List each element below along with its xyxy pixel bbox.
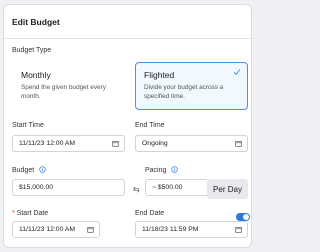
end-date-label: End Date <box>135 210 165 217</box>
calendar-icon[interactable] <box>235 140 242 147</box>
pacing-value: ~ $500.00 <box>152 184 183 191</box>
calendar-icon[interactable] <box>87 226 94 233</box>
start-date-value: 11/11/23 12:00 AM <box>19 226 76 233</box>
info-icon[interactable] <box>171 166 179 173</box>
option-description: Spend the given budget every month. <box>21 84 106 101</box>
option-description: Divide your budget across a specified ti… <box>144 84 224 101</box>
budget-value: $15,000.00 <box>19 184 54 191</box>
budget-type-label: Budget Type <box>12 47 52 54</box>
budget-type-monthly-option[interactable]: Monthly Spend the given budget every mon… <box>12 62 125 110</box>
end-date-field[interactable]: 11/18/23 11:59 PM <box>135 221 248 238</box>
start-time-value: 11/11/23 12:00 AM <box>19 140 76 147</box>
info-icon[interactable] <box>39 166 46 173</box>
pacing-unit-select[interactable]: Per Day <box>207 179 248 199</box>
check-icon <box>233 69 241 76</box>
swap-icon: ⇆ <box>133 185 140 194</box>
option-title: Flighted <box>144 70 175 80</box>
start-date-field[interactable]: 11/11/23 12:00 AM <box>12 221 100 238</box>
start-time-field[interactable]: 11/11/23 12:00 AM <box>12 135 125 152</box>
budget-input[interactable]: $15,000.00 <box>12 179 125 196</box>
end-time-value: Ongoing <box>142 140 168 147</box>
budget-label: Budget <box>12 166 46 174</box>
budget-type-flighted-option[interactable]: Flighted Divide your budget across a spe… <box>135 62 248 110</box>
panel-title: Edit Budget <box>4 5 251 39</box>
end-date-toggle[interactable] <box>236 213 250 221</box>
option-title: Monthly <box>21 70 51 80</box>
start-date-label: * Start Date <box>12 210 49 217</box>
toggle-knob <box>243 214 249 220</box>
end-time-label: End Time <box>135 122 165 129</box>
end-time-field[interactable]: Ongoing <box>135 135 248 152</box>
calendar-icon[interactable] <box>235 226 242 233</box>
pacing-input[interactable]: ~ $500.00 <box>145 179 207 196</box>
calendar-icon[interactable] <box>112 140 119 147</box>
pacing-label: Pacing <box>145 166 179 174</box>
edit-budget-panel: Edit Budget Budget Type Monthly Spend th… <box>3 4 252 248</box>
end-date-value: 11/18/23 11:59 PM <box>142 226 199 233</box>
start-time-label: Start Time <box>12 122 44 129</box>
